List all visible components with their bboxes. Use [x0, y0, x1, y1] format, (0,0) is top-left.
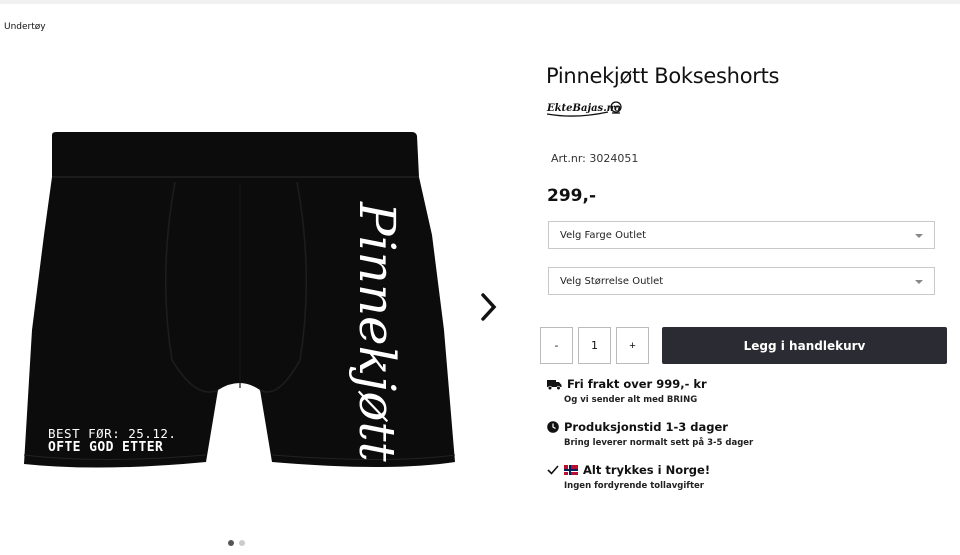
feature-title: Fri frakt over 999,- kr	[567, 377, 707, 391]
gallery-dot[interactable]	[239, 540, 245, 546]
product-image: Pinnekjøtt BEST FØR: 25.12. OFTE GOD ETT…	[23, 132, 456, 468]
breadcrumb[interactable]: Undertøy	[4, 22, 46, 32]
chevron-right-icon	[481, 293, 497, 321]
print-text: Pinnekjøtt	[348, 201, 406, 463]
feature-free-shipping: Fri frakt over 999,- kr Og vi sender alt…	[547, 377, 707, 405]
print-label-line1: BEST FØR: 25.12.	[48, 426, 176, 441]
chevron-down-icon	[915, 234, 923, 238]
quantity-increase-button[interactable]: +	[616, 327, 649, 364]
product-price: 299,-	[547, 186, 596, 206]
color-select[interactable]: Velg Farge Outlet	[548, 221, 935, 249]
color-select-value: Velg Farge Outlet	[560, 229, 647, 241]
top-bar	[0, 0, 960, 4]
chevron-down-icon	[915, 280, 923, 284]
article-number: Art.nr: 3024051	[551, 152, 639, 165]
brand-logo[interactable]: EkteBajas.no	[546, 99, 626, 119]
brand-logo-text: EkteBajas.no	[546, 103, 621, 114]
feature-subtitle: Og vi sender alt med BRING	[564, 395, 698, 405]
gallery-dots	[228, 540, 245, 546]
feature-production-time: Produksjonstid 1-3 dager Bring leverer n…	[547, 420, 753, 448]
print-label-line2: OFTE GOD ETTER	[48, 440, 163, 455]
next-image-button[interactable]	[474, 290, 504, 324]
check-icon	[547, 465, 559, 475]
truck-icon	[547, 379, 562, 390]
norway-flag-icon	[564, 465, 578, 475]
size-select-value: Velg Størrelse Outlet	[560, 275, 664, 287]
size-select[interactable]: Velg Størrelse Outlet	[548, 267, 935, 295]
quantity-decrease-button[interactable]: -	[540, 327, 573, 364]
product-title: Pinnekjøtt Bokseshorts	[546, 64, 780, 88]
feature-made-in-norway: Alt trykkes i Norge! Ingen fordyrende to…	[547, 463, 710, 491]
quantity-input[interactable]	[578, 327, 611, 364]
feature-subtitle: Bring leverer normalt sett på 3-5 dager	[564, 438, 754, 448]
gallery-dot[interactable]	[228, 540, 234, 546]
feature-title: Alt trykkes i Norge!	[583, 463, 711, 477]
feature-title: Produksjonstid 1-3 dager	[564, 420, 728, 434]
add-to-cart-button[interactable]: Legg i handlekurv	[662, 327, 947, 364]
feature-subtitle: Ingen fordyrende tollavgifter	[564, 481, 704, 491]
clock-icon	[547, 421, 559, 433]
